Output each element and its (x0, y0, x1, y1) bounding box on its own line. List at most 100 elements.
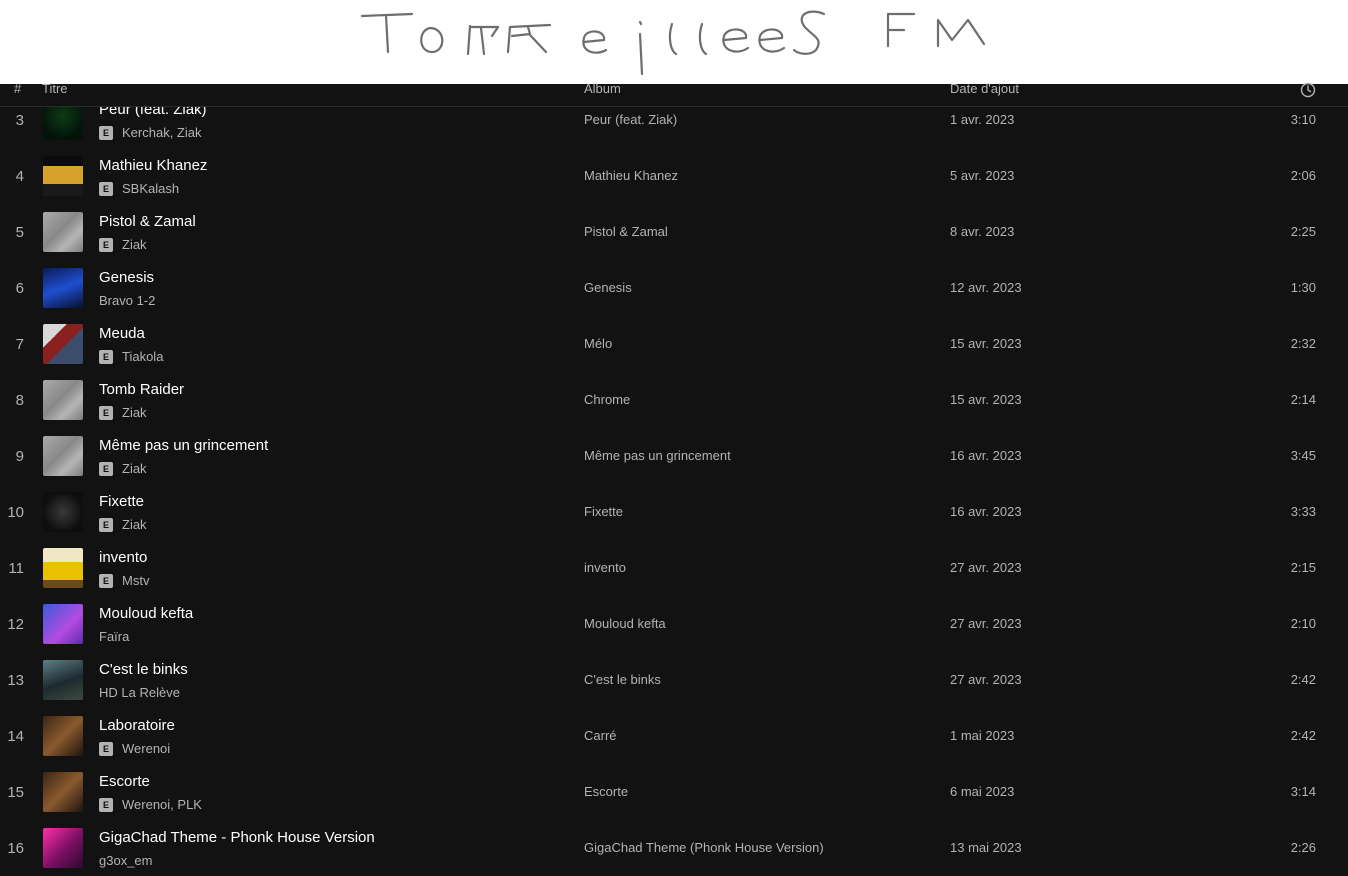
album-cover[interactable] (43, 268, 83, 308)
header-date-added[interactable]: Date d'ajout (950, 81, 1019, 96)
header-album[interactable]: Album (584, 81, 621, 96)
track-row[interactable]: 5 Pistol & Zamal E Ziak Pistol & Zamal 8 … (0, 204, 1348, 260)
album-cover[interactable] (43, 156, 83, 196)
header-title[interactable]: Titre (42, 81, 68, 96)
track-artist[interactable]: Mstv (122, 573, 149, 588)
track-row[interactable]: 14 Laboratoire E Werenoi Carré 1 mai 2023… (0, 708, 1348, 764)
track-row[interactable]: 11 invento E Mstv invento 27 avr. 2023 2:… (0, 540, 1348, 596)
album-cover[interactable] (43, 324, 83, 364)
track-number: 4 (15, 168, 24, 185)
track-album[interactable]: Pistol & Zamal (584, 224, 668, 239)
album-cover[interactable] (43, 604, 83, 644)
track-row[interactable]: 13 C'est le binks HD La Relève C'est le … (0, 652, 1348, 708)
track-date-added: 27 avr. 2023 (950, 560, 1022, 575)
track-duration: 2:26 (1290, 840, 1316, 855)
track-duration: 2:15 (1290, 560, 1316, 575)
track-number: 13 (7, 672, 24, 689)
track-row[interactable]: 15 Escorte E Werenoi, PLK Escorte 6 mai 2… (0, 764, 1348, 820)
track-row[interactable]: 12 Mouloud kefta Faïra Mouloud kefta 27 … (0, 596, 1348, 652)
album-cover[interactable] (43, 492, 83, 532)
track-row[interactable]: 10 Fixette E Ziak Fixette 16 avr. 2023 3:… (0, 484, 1348, 540)
album-cover[interactable] (43, 436, 83, 476)
track-title[interactable]: GigaChad Theme - Phonk House Version (99, 829, 375, 846)
track-duration: 1:30 (1290, 280, 1316, 295)
track-artist[interactable]: Ziak (122, 405, 147, 420)
track-row[interactable]: 4 Mathieu Khanez E SBKalash Mathieu Khane… (0, 148, 1348, 204)
track-artist[interactable]: g3ox_em (99, 853, 152, 868)
album-cover[interactable] (43, 380, 83, 420)
track-title[interactable]: Genesis (99, 269, 154, 286)
track-title[interactable]: C'est le binks (99, 661, 188, 678)
explicit-badge: E (99, 349, 113, 364)
track-artist[interactable]: HD La Relève (99, 685, 180, 700)
track-artist[interactable]: Tiakola (122, 349, 163, 364)
track-number: 7 (15, 336, 24, 353)
track-artist[interactable]: Faïra (99, 629, 129, 644)
track-album[interactable]: Chrome (584, 392, 630, 407)
track-date-added: 16 avr. 2023 (950, 504, 1022, 519)
explicit-badge: E (99, 797, 113, 812)
track-duration: 3:33 (1290, 504, 1316, 519)
album-cover[interactable] (43, 660, 83, 700)
track-album[interactable]: Mélo (584, 336, 612, 351)
track-artist-line: E Kerchak, Ziak (99, 125, 201, 140)
track-number: 6 (15, 280, 24, 297)
track-album[interactable]: Mathieu Khanez (584, 168, 678, 183)
track-title[interactable]: invento (99, 549, 147, 566)
track-album[interactable]: Carré (584, 728, 617, 743)
track-artist-line: E Tiakola (99, 349, 163, 364)
track-artist[interactable]: Kerchak, Ziak (122, 125, 201, 140)
clock-icon[interactable] (1300, 82, 1316, 101)
track-number: 16 (7, 840, 24, 857)
track-title[interactable]: Même pas un grincement (99, 437, 268, 454)
track-number: 11 (8, 560, 24, 577)
track-album[interactable]: Mouloud kefta (584, 616, 666, 631)
track-artist[interactable]: Bravo 1-2 (99, 293, 155, 308)
track-title[interactable]: Meuda (99, 325, 145, 342)
track-artist[interactable]: Ziak (122, 461, 147, 476)
track-duration: 3:10 (1290, 112, 1316, 127)
track-artist[interactable]: Werenoi (122, 741, 170, 756)
track-album[interactable]: Escorte (584, 784, 628, 799)
album-cover[interactable] (43, 548, 83, 588)
track-row[interactable]: 8 Tomb Raider E Ziak Chrome 15 avr. 2023 … (0, 372, 1348, 428)
explicit-badge: E (99, 181, 113, 196)
album-cover[interactable] (43, 828, 83, 868)
album-cover[interactable] (43, 716, 83, 756)
track-row[interactable]: 6 Genesis Bravo 1-2 Genesis 12 avr. 2023… (0, 260, 1348, 316)
track-artist[interactable]: Ziak (122, 237, 147, 252)
track-artist-line: E Werenoi (99, 741, 170, 756)
track-artist[interactable]: Ziak (122, 517, 147, 532)
track-list: 3 Peur (feat. Ziak) E Kerchak, Ziak Peur … (0, 92, 1348, 876)
track-date-added: 8 avr. 2023 (950, 224, 1015, 239)
track-title[interactable]: Fixette (99, 493, 144, 510)
track-row[interactable]: 9 Même pas un grincement E Ziak Même pas … (0, 428, 1348, 484)
explicit-badge: E (99, 405, 113, 420)
track-title[interactable]: Pistol & Zamal (99, 213, 196, 230)
track-artist-line: Bravo 1-2 (99, 293, 155, 308)
track-artist-line: E Ziak (99, 405, 147, 420)
track-row[interactable]: 7 Meuda E Tiakola Mélo 15 avr. 2023 2:32 (0, 316, 1348, 372)
track-title[interactable]: Escorte (99, 773, 150, 790)
track-album[interactable]: C'est le binks (584, 672, 661, 687)
track-album[interactable]: GigaChad Theme (Phonk House Version) (584, 840, 824, 855)
track-date-added: 12 avr. 2023 (950, 280, 1022, 295)
track-album[interactable]: Peur (feat. Ziak) (584, 112, 677, 127)
track-title[interactable]: Tomb Raider (99, 381, 184, 398)
album-cover[interactable] (43, 772, 83, 812)
track-artist[interactable]: Werenoi, PLK (122, 797, 202, 812)
track-title[interactable]: Mathieu Khanez (99, 157, 207, 174)
track-album[interactable]: Genesis (584, 280, 632, 295)
track-number: 5 (15, 224, 24, 241)
track-title[interactable]: Laboratoire (99, 717, 175, 734)
track-album[interactable]: Fixette (584, 504, 623, 519)
track-album[interactable]: invento (584, 560, 626, 575)
track-duration: 2:42 (1290, 672, 1316, 687)
track-artist[interactable]: SBKalash (122, 181, 179, 196)
track-title[interactable]: Mouloud kefta (99, 605, 193, 622)
track-artist-line: E SBKalash (99, 181, 179, 196)
track-artist-line: E Mstv (99, 573, 149, 588)
album-cover[interactable] (43, 212, 83, 252)
track-duration: 2:06 (1290, 168, 1316, 183)
track-album[interactable]: Même pas un grincement (584, 448, 731, 463)
